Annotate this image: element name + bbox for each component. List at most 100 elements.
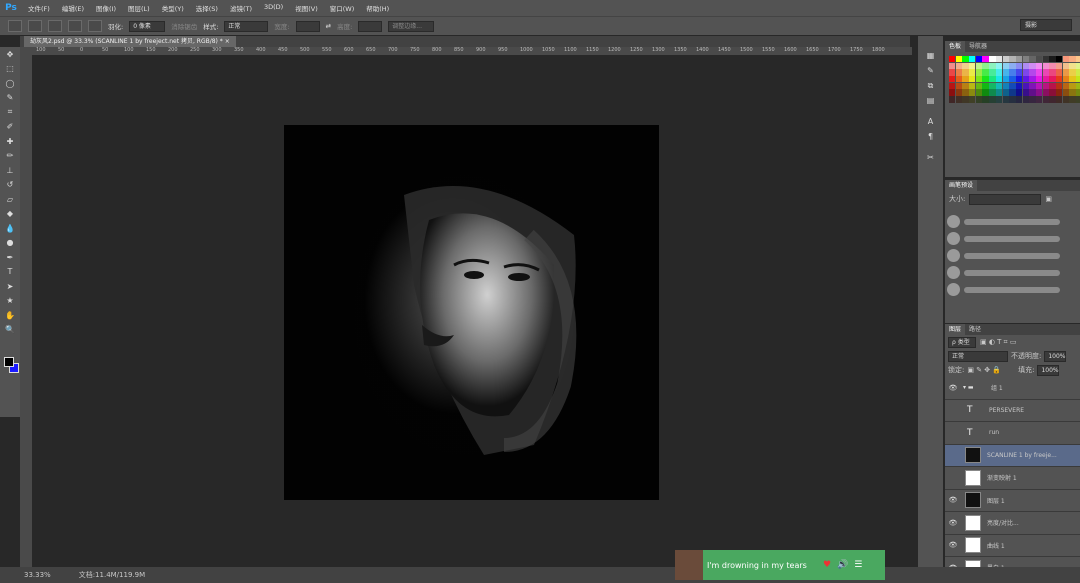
layers-tab[interactable]: 图层 — [945, 324, 966, 335]
color-swatch[interactable] — [969, 82, 976, 90]
volume-icon[interactable]: 🔊 — [837, 560, 848, 570]
color-swatch[interactable] — [1035, 76, 1043, 83]
color-swatch[interactable] — [1002, 89, 1009, 96]
layer-row[interactable]: Trun — [945, 422, 1080, 445]
lasso-tool-icon[interactable]: ◯ — [0, 76, 20, 91]
color-swatch[interactable] — [989, 76, 996, 83]
pen-tool-icon[interactable]: ✒ — [0, 250, 20, 265]
color-swatch[interactable] — [1009, 96, 1016, 103]
color-swatch[interactable] — [962, 76, 969, 83]
color-swatch[interactable] — [1042, 69, 1050, 76]
swatches-tab[interactable]: 导航器 — [965, 41, 991, 52]
color-swatch[interactable] — [949, 76, 956, 83]
brush-panel-icon[interactable]: ✎ — [918, 63, 943, 78]
eyedropper-tool-icon[interactable]: ✐ — [0, 120, 20, 135]
color-swatch[interactable] — [962, 96, 969, 103]
color-swatch[interactable] — [969, 62, 976, 70]
color-swatch[interactable] — [1056, 82, 1063, 90]
color-swatch[interactable] — [1009, 69, 1016, 76]
color-swatch[interactable] — [989, 82, 996, 90]
color-swatch[interactable] — [1029, 82, 1036, 90]
color-swatch[interactable] — [1049, 89, 1056, 96]
color-swatch[interactable] — [962, 69, 969, 76]
visibility-eye-icon[interactable]: 👁 — [945, 496, 961, 504]
color-swatch[interactable] — [1002, 82, 1009, 90]
layers-tab[interactable]: 路径 — [965, 324, 985, 335]
color-swatch[interactable] — [1022, 96, 1029, 103]
swap-icon[interactable]: ⇄ — [326, 22, 331, 30]
blur-tool-icon[interactable]: 💧 — [0, 221, 20, 236]
color-swatch[interactable] — [982, 82, 989, 90]
color-swatch[interactable] — [1042, 76, 1050, 83]
color-swatch[interactable] — [1062, 62, 1070, 70]
color-swatch[interactable] — [1022, 56, 1029, 63]
color-swatch[interactable] — [1062, 69, 1070, 76]
color-swatch[interactable] — [975, 69, 983, 76]
layer-row[interactable]: 👁 图层 1 — [945, 490, 1080, 512]
color-swatch[interactable] — [1022, 62, 1029, 70]
color-swatch[interactable] — [1049, 76, 1056, 83]
color-swatch[interactable] — [1076, 89, 1080, 96]
color-swatch[interactable] — [955, 96, 963, 103]
eraser-tool-icon[interactable]: ▱ — [0, 192, 20, 207]
color-swatch[interactable] — [1042, 82, 1050, 90]
color-swatch[interactable] — [975, 96, 983, 103]
paragraph-panel-icon[interactable]: ¶ — [918, 129, 943, 144]
color-swatch[interactable] — [969, 56, 976, 63]
color-swatch[interactable] — [955, 76, 963, 83]
menu-item[interactable]: 帮助(H) — [360, 3, 395, 13]
color-swatch[interactable] — [1062, 96, 1070, 103]
color-swatch[interactable] — [1009, 76, 1016, 83]
menu-item[interactable]: 窗口(W) — [324, 3, 361, 13]
color-swatch[interactable] — [949, 56, 956, 63]
zoom-tool-icon[interactable]: 🔍 — [0, 323, 20, 338]
intersect-selection-icon[interactable] — [88, 20, 102, 32]
brush-preset[interactable] — [945, 281, 1080, 298]
color-swatch[interactable] — [1069, 56, 1076, 63]
color-swatch[interactable] — [1002, 76, 1009, 83]
color-swatch[interactable] — [1015, 96, 1023, 103]
color-swatch[interactable] — [1056, 62, 1063, 70]
swatches-tab[interactable]: 色板 — [945, 41, 966, 52]
menu-item[interactable]: 文件(F) — [22, 3, 56, 13]
color-swatch[interactable] — [969, 96, 976, 103]
brush-preset[interactable] — [945, 247, 1080, 264]
color-swatch[interactable] — [949, 82, 956, 90]
stamp-tool-icon[interactable]: ⊥ — [0, 163, 20, 178]
menu-item[interactable]: 选择(S) — [190, 3, 224, 13]
menu-item[interactable]: 类型(Y) — [156, 3, 190, 13]
color-swatch[interactable] — [1002, 62, 1009, 70]
antialias-checkbox[interactable]: 消除锯齿 — [171, 21, 197, 31]
width-input[interactable] — [295, 20, 320, 32]
menu-item[interactable]: 3D(D) — [258, 3, 289, 13]
color-swatch[interactable] — [949, 89, 956, 96]
fill-input[interactable]: 100% — [1037, 364, 1060, 376]
quick-select-tool-icon[interactable]: ✎ — [0, 91, 20, 106]
color-swatch[interactable] — [1022, 69, 1029, 76]
lock-icons[interactable]: ▣ ✎ ✥ 🔒 — [967, 366, 1001, 374]
color-swatch[interactable] — [989, 56, 996, 63]
color-swatch[interactable] — [1076, 56, 1080, 63]
color-swatch[interactable] — [1042, 89, 1050, 96]
layer-row[interactable]: SCANLINE 1 by freeje... — [945, 444, 1080, 467]
healing-tool-icon[interactable]: ✚ — [0, 134, 20, 149]
color-swatch[interactable] — [1056, 76, 1063, 83]
dodge-tool-icon[interactable]: ● — [0, 236, 20, 251]
color-swatch[interactable] — [969, 69, 976, 76]
color-swatch[interactable] — [1056, 96, 1063, 103]
color-swatch[interactable] — [1049, 62, 1056, 70]
zoom-level[interactable]: 33.33% — [24, 571, 51, 579]
color-swatch[interactable] — [1029, 89, 1036, 96]
color-swatch[interactable] — [975, 82, 983, 90]
color-swatch[interactable] — [1042, 56, 1050, 63]
brush-preset[interactable] — [945, 264, 1080, 281]
color-swatch[interactable] — [1029, 56, 1036, 63]
color-swatch[interactable] — [982, 62, 989, 70]
color-swatch[interactable] — [1069, 76, 1076, 83]
color-swatch[interactable] — [969, 89, 976, 96]
color-swatch[interactable] — [1035, 89, 1043, 96]
color-swatch[interactable] — [1062, 89, 1070, 96]
color-swatch[interactable] — [955, 62, 963, 70]
hand-tool-icon[interactable]: ✋ — [0, 308, 20, 323]
color-swatch[interactable] — [975, 56, 983, 63]
